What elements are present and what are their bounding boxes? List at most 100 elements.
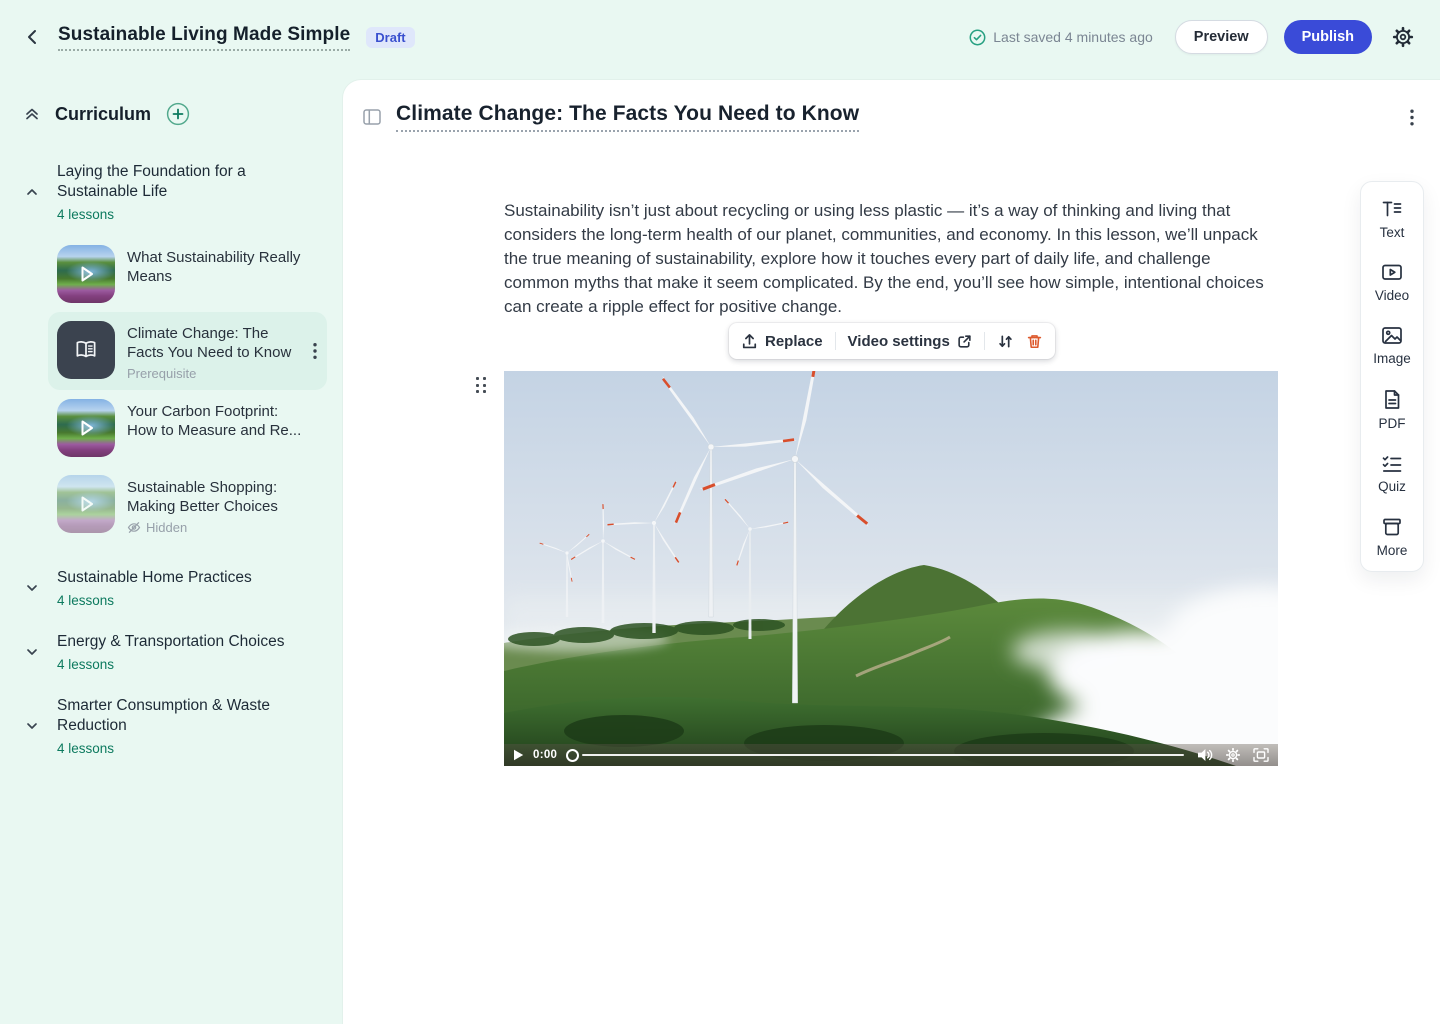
top-header: Sustainable Living Made Simple Draft Las… xyxy=(0,0,1440,74)
lesson-kebab-icon[interactable] xyxy=(313,343,317,360)
chevron-down-icon[interactable] xyxy=(24,644,40,660)
section-header[interactable]: Smarter Consumption & Waste Reduction 4 … xyxy=(24,696,331,756)
add-section-button[interactable] xyxy=(166,102,190,126)
lesson-row-hidden[interactable]: Sustainable Shopping: Making Better Choi… xyxy=(48,466,327,544)
lesson-reading-thumbnail xyxy=(57,321,115,379)
video-settings-label: Video settings xyxy=(848,333,950,350)
lesson-video-thumbnail xyxy=(57,245,115,303)
publish-button[interactable]: Publish xyxy=(1284,20,1372,54)
eye-off-icon xyxy=(127,521,141,534)
insert-label: More xyxy=(1377,543,1408,558)
last-saved-status: Last saved 4 minutes ago xyxy=(969,29,1153,46)
play-icon xyxy=(57,475,115,533)
chevron-down-icon[interactable] xyxy=(24,718,40,734)
insert-quiz-button[interactable]: Quiz xyxy=(1378,454,1406,494)
video-settings-button[interactable]: Video settings xyxy=(848,333,972,350)
lesson-header: Climate Change: The Facts You Need to Kn… xyxy=(363,102,1414,132)
delete-icon[interactable] xyxy=(1026,333,1043,350)
section-header[interactable]: Laying the Foundation for a Sustainable … xyxy=(24,162,331,222)
insert-more-button[interactable]: More xyxy=(1377,517,1408,558)
play-button[interactable] xyxy=(513,749,524,761)
panel-toggle-icon[interactable] xyxy=(363,109,381,125)
lesson-title: Climate Change: The Facts You Need to Kn… xyxy=(127,324,307,362)
insert-image-button[interactable]: Image xyxy=(1373,326,1411,366)
insert-label: Image xyxy=(1373,351,1411,366)
lesson-video-thumbnail xyxy=(57,399,115,457)
curriculum-title: Curriculum xyxy=(55,104,151,125)
play-icon xyxy=(57,399,115,457)
lesson-count: 4 lessons xyxy=(57,207,331,222)
chevron-up-icon[interactable] xyxy=(24,184,40,200)
external-link-icon xyxy=(957,334,972,349)
video-block-toolbar: Replace Video settings xyxy=(729,323,1055,359)
insert-block-toolbar: Text Video Image PDF Quiz More xyxy=(1360,181,1424,572)
insert-label: Quiz xyxy=(1378,479,1406,494)
check-circle-icon xyxy=(969,29,986,46)
collapse-all-icon[interactable] xyxy=(24,106,40,122)
section-header[interactable]: Energy & Transportation Choices 4 lesson… xyxy=(24,632,331,672)
reorder-icon[interactable] xyxy=(997,333,1014,350)
play-icon xyxy=(57,245,115,303)
fullscreen-icon[interactable] xyxy=(1253,748,1269,762)
lesson-count: 4 lessons xyxy=(57,657,331,672)
status-badge: Draft xyxy=(366,27,414,48)
replace-button[interactable]: Replace xyxy=(741,333,823,350)
section-title: Energy & Transportation Choices xyxy=(57,632,295,652)
lesson-body-text[interactable]: Sustainability isn’t just about recyclin… xyxy=(504,199,1278,319)
back-icon[interactable] xyxy=(24,28,42,46)
insert-pdf-button[interactable]: PDF xyxy=(1379,389,1406,431)
lesson-subtitle: Hidden xyxy=(127,520,307,535)
curriculum-sidebar: Curriculum Laying the Foundation for a S… xyxy=(0,74,343,1024)
lesson-video-thumbnail xyxy=(57,475,115,533)
lesson-title: What Sustainability Really Means xyxy=(127,248,307,286)
lesson-row[interactable]: What Sustainability Really Means xyxy=(48,236,327,312)
curriculum-section: Energy & Transportation Choices 4 lesson… xyxy=(24,632,331,672)
insert-video-button[interactable]: Video xyxy=(1375,263,1409,303)
insert-label: PDF xyxy=(1379,416,1406,431)
video-frame-windfarm xyxy=(504,371,1278,766)
replace-label: Replace xyxy=(765,333,823,350)
insert-text-button[interactable]: Text xyxy=(1380,199,1405,240)
lesson-count: 4 lessons xyxy=(57,741,331,756)
video-controls-bar: 0:00 xyxy=(504,744,1278,766)
volume-icon[interactable] xyxy=(1197,748,1213,762)
lesson-editor-canvas: Climate Change: The Facts You Need to Kn… xyxy=(343,80,1440,1024)
settings-gear-icon[interactable] xyxy=(1392,26,1414,48)
text-icon xyxy=(1381,199,1403,219)
preview-button[interactable]: Preview xyxy=(1175,20,1268,54)
upload-icon xyxy=(741,333,758,350)
toolbar-divider xyxy=(835,332,836,350)
lesson-title: Sustainable Shopping: Making Better Choi… xyxy=(127,478,307,516)
quiz-icon xyxy=(1381,454,1403,473)
section-title: Smarter Consumption & Waste Reduction xyxy=(57,696,295,736)
lesson-list: What Sustainability Really Means Climate… xyxy=(48,236,331,544)
image-icon xyxy=(1381,326,1403,345)
lesson-row[interactable]: Your Carbon Footprint: How to Measure an… xyxy=(48,390,327,466)
lesson-subtitle: Prerequisite xyxy=(127,366,307,381)
more-blocks-icon xyxy=(1381,517,1403,537)
current-time: 0:00 xyxy=(533,749,557,761)
video-settings-gear-icon[interactable] xyxy=(1226,748,1240,762)
progress-track[interactable] xyxy=(582,754,1184,756)
course-title[interactable]: Sustainable Living Made Simple xyxy=(58,24,350,51)
last-saved-text: Last saved 4 minutes ago xyxy=(993,29,1153,45)
lesson-row-selected[interactable]: Climate Change: The Facts You Need to Kn… xyxy=(48,312,327,390)
lesson-title: Your Carbon Footprint: How to Measure an… xyxy=(127,402,307,440)
video-icon xyxy=(1381,263,1403,282)
block-drag-handle[interactable] xyxy=(476,377,486,393)
book-icon xyxy=(72,336,100,364)
lesson-count: 4 lessons xyxy=(57,593,331,608)
curriculum-section: Sustainable Home Practices 4 lessons xyxy=(24,568,331,608)
curriculum-header: Curriculum xyxy=(24,102,331,126)
curriculum-section: Smarter Consumption & Waste Reduction 4 … xyxy=(24,696,331,756)
chevron-down-icon[interactable] xyxy=(24,580,40,596)
lesson-menu-kebab-icon[interactable] xyxy=(1410,109,1414,126)
scrubber-handle[interactable] xyxy=(566,749,579,762)
pdf-icon xyxy=(1382,389,1402,410)
curriculum-section: Laying the Foundation for a Sustainable … xyxy=(24,162,331,544)
section-header[interactable]: Sustainable Home Practices 4 lessons xyxy=(24,568,331,608)
toolbar-divider xyxy=(984,332,985,350)
section-title: Laying the Foundation for a Sustainable … xyxy=(57,162,295,202)
video-player[interactable]: 0:00 xyxy=(504,371,1278,766)
lesson-title-main[interactable]: Climate Change: The Facts You Need to Kn… xyxy=(396,102,859,132)
